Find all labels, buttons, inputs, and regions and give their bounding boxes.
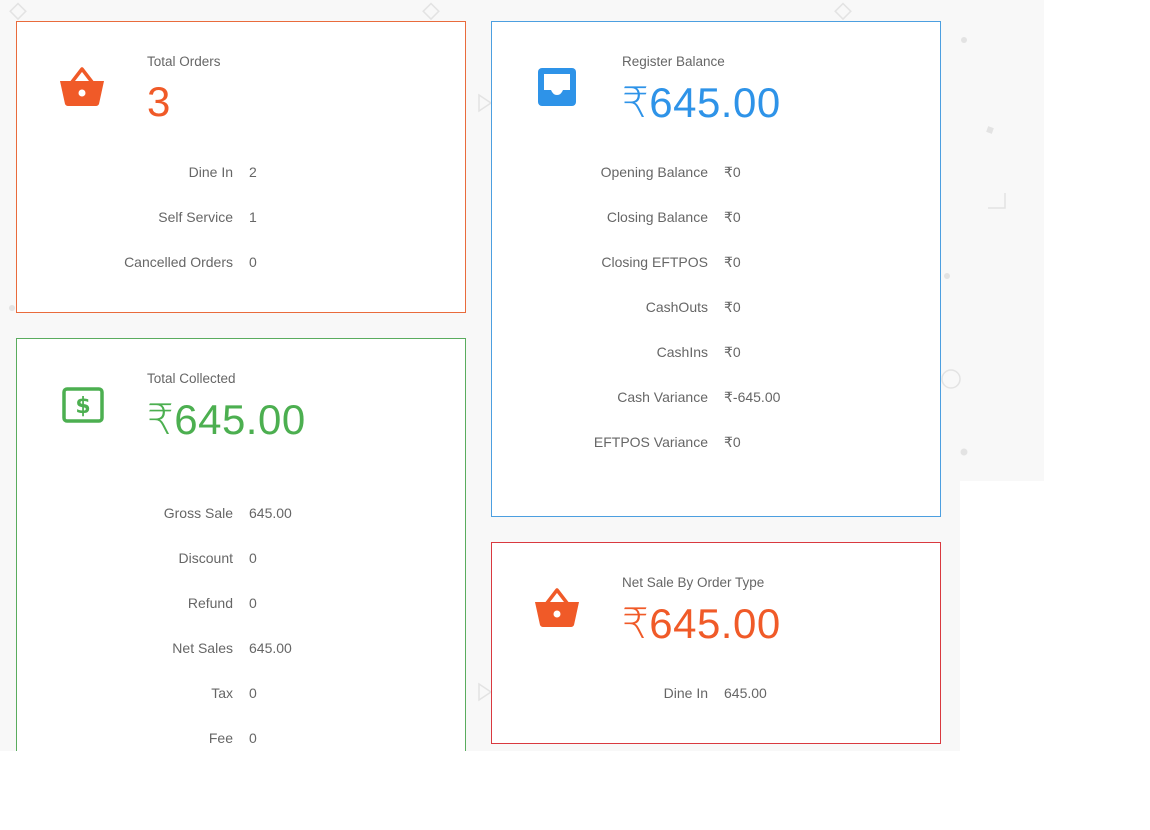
row-value: ₹0 <box>724 299 741 315</box>
basket-icon <box>534 587 580 634</box>
list-item: Cash Variance ₹-645.00 <box>492 389 940 409</box>
dot-decoration <box>961 37 967 43</box>
inbox-icon <box>538 68 576 111</box>
row-label: EFTPOS Variance <box>593 434 708 450</box>
total-orders-card: Total Orders 3 Dine In 2 Self Service 1 … <box>16 21 466 313</box>
row-value: ₹0 <box>724 344 741 360</box>
list-item: CashIns ₹0 <box>492 344 940 364</box>
row-label: Discount <box>178 550 233 566</box>
dollar-bill-icon: $ <box>62 387 104 428</box>
row-label: Closing Balance <box>606 209 708 225</box>
dot-decoration <box>944 273 950 279</box>
svg-text:$: $ <box>75 394 90 419</box>
row-value: 0 <box>249 685 257 701</box>
register-balance-title: Register Balance <box>622 54 725 69</box>
list-item: Gross Sale 645.00 <box>17 505 465 525</box>
row-label: Cancelled Orders <box>124 254 233 270</box>
row-value: 0 <box>249 550 257 566</box>
row-label: CashIns <box>656 344 708 360</box>
list-item: CashOuts ₹0 <box>492 299 940 319</box>
row-value: ₹0 <box>724 254 741 270</box>
total-collected-title: Total Collected <box>147 371 236 386</box>
total-collected-card: $ Total Collected ₹645.00 Gross Sale 645… <box>16 338 466 758</box>
row-label: Refund <box>187 595 233 611</box>
row-label: Net Sales <box>172 640 233 656</box>
corner-decoration <box>988 193 1006 209</box>
row-label: Fee <box>208 730 233 746</box>
row-label: CashOuts <box>645 299 708 315</box>
net-sale-card: Net Sale By Order Type ₹645.00 Dine In 6… <box>491 542 941 744</box>
list-item: Tax 0 <box>17 685 465 705</box>
row-value: ₹0 <box>724 434 741 450</box>
row-label: Opening Balance <box>600 164 708 180</box>
total-orders-title: Total Orders <box>147 54 221 69</box>
list-item: Self Service 1 <box>17 209 465 229</box>
row-value: 645.00 <box>249 640 292 656</box>
total-collected-value: ₹645.00 <box>147 396 306 443</box>
total-orders-value: 3 <box>147 78 171 125</box>
circle-decoration <box>941 369 961 389</box>
row-value: 1 <box>249 209 257 225</box>
diamond-decoration <box>422 2 440 21</box>
list-item: Discount 0 <box>17 550 465 570</box>
row-label: Cash Variance <box>617 389 708 405</box>
row-value: 645.00 <box>724 685 767 701</box>
list-item: Fee 0 <box>17 730 465 750</box>
row-value: ₹-645.00 <box>724 389 781 405</box>
list-item: EFTPOS Variance ₹0 <box>492 434 940 454</box>
list-item: Refund 0 <box>17 595 465 615</box>
row-label: Gross Sale <box>163 505 233 521</box>
dot-decoration <box>960 448 968 456</box>
register-balance-card: Register Balance ₹645.00 Opening Balance… <box>491 21 941 517</box>
net-sale-value: ₹645.00 <box>622 600 781 647</box>
list-item: Net Sales 645.00 <box>17 640 465 660</box>
diamond-decoration <box>834 2 852 21</box>
row-label: Closing EFTPOS <box>601 254 708 270</box>
row-value: 0 <box>249 254 257 270</box>
list-item: Cancelled Orders 0 <box>17 254 465 274</box>
row-value: 0 <box>249 730 257 746</box>
list-item: Dine In 2 <box>17 164 465 184</box>
basket-icon <box>59 66 105 113</box>
row-value: 0 <box>249 595 257 611</box>
row-value: ₹0 <box>724 164 741 180</box>
list-item: Opening Balance ₹0 <box>492 164 940 184</box>
list-item: Dine In 645.00 <box>492 685 940 705</box>
row-value: ₹0 <box>724 209 741 225</box>
row-label: Tax <box>211 685 233 701</box>
row-label: Dine In <box>663 685 708 701</box>
row-value: 645.00 <box>249 505 292 521</box>
row-label: Dine In <box>188 164 233 180</box>
row-label: Self Service <box>158 209 233 225</box>
row-value: 2 <box>249 164 257 180</box>
list-item: Closing Balance ₹0 <box>492 209 940 229</box>
register-balance-value: ₹645.00 <box>622 79 781 126</box>
list-item: Closing EFTPOS ₹0 <box>492 254 940 274</box>
square-decoration <box>986 126 994 134</box>
net-sale-title: Net Sale By Order Type <box>622 575 765 590</box>
diamond-decoration <box>9 2 27 21</box>
page-bottom-area <box>0 751 1150 830</box>
